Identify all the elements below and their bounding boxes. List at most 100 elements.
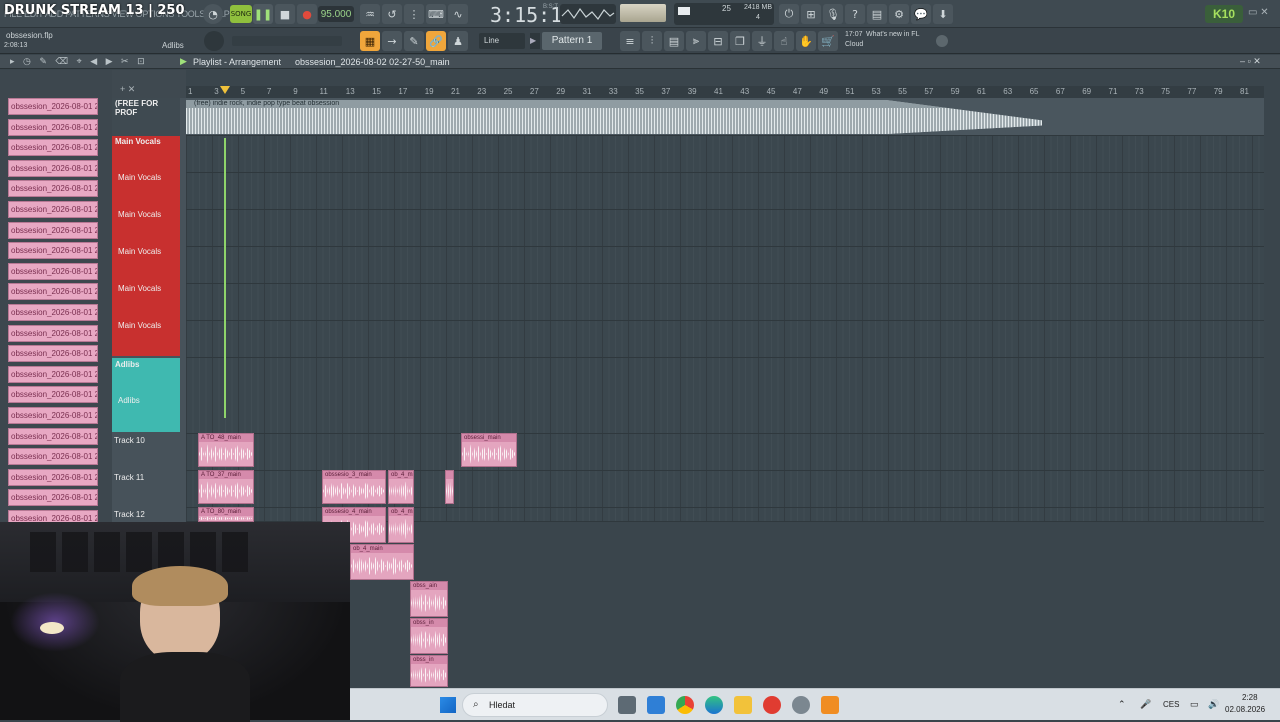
playlist-window-controls[interactable]: – ▫ ✕ [1240, 56, 1261, 67]
track-header-11[interactable]: Track 11 [112, 471, 180, 507]
browser-icon[interactable]: ⊟ [708, 31, 728, 51]
audio-clip[interactable]: obsessi_main [461, 433, 517, 467]
audio-clip[interactable]: ob_4_main [350, 544, 414, 580]
news-refresh-icon[interactable] [936, 35, 948, 47]
network-icon[interactable]: ▭ [1190, 699, 1199, 710]
pattern-song-icon[interactable]: ♒ [360, 4, 380, 24]
channel-rack-icon[interactable]: ⫶ [642, 31, 662, 51]
plugin-icon[interactable]: ⚙ [889, 4, 909, 24]
track-header-beat[interactable]: (FREE FOR PROF [112, 98, 180, 136]
audio-clip[interactable]: obssesio_3_main [322, 470, 386, 504]
help-icon[interactable]: ? [845, 4, 865, 24]
browser-item[interactable]: obssesion_2026-08-01 2 [8, 139, 98, 157]
browser-item[interactable]: obssesion_2026-08-01 2 [8, 489, 98, 507]
task-view-icon[interactable] [618, 696, 636, 714]
window-controls[interactable]: ▭ ✕ [1248, 7, 1269, 18]
track-header-adlibs[interactable]: Adlibs Adlibs [112, 358, 180, 432]
blend-notes-icon[interactable]: ∿ [448, 4, 468, 24]
audio-clip[interactable]: A TO_48_main [198, 433, 254, 467]
metronome-icon[interactable]: ◔ [203, 4, 223, 24]
lane[interactable] [186, 247, 1264, 284]
mixer-icon[interactable]: ⊞ [801, 4, 821, 24]
cart-icon[interactable]: 🛒 [818, 31, 838, 51]
browser-item[interactable]: obssesion_2026-08-01 2 [8, 448, 98, 466]
browser-item[interactable]: obssesion_2026-08-01 2 [8, 98, 98, 115]
volume-icon[interactable]: 🔊 [1208, 699, 1219, 710]
chrome-icon[interactable] [676, 696, 694, 714]
snap-select[interactable]: Line [479, 33, 525, 49]
browser-item[interactable]: obssesion_2026-08-01 2 [8, 118, 98, 136]
audio-clip[interactable]: obss_ain [410, 581, 448, 617]
audio-clip[interactable]: A TO_80_main [198, 507, 254, 522]
edge-icon[interactable] [705, 696, 723, 714]
stop-icon[interactable]: ■ [275, 4, 295, 24]
audio-clip[interactable]: obss_in [410, 618, 448, 654]
browser-item[interactable]: obssesion_2026-08-01 2 [8, 242, 98, 260]
lane[interactable] [186, 136, 1264, 173]
browser-item[interactable]: obssesion_2026-08-01 2 [8, 407, 98, 424]
typing-keyboard-icon[interactable]: ⌨ [426, 4, 446, 24]
browser-item[interactable]: obssesion_2026-08-01 2 [8, 221, 98, 239]
browser-item[interactable]: obssesion_2026-08-01 2 [8, 159, 98, 177]
track-header-12[interactable]: Track 12 [112, 508, 180, 522]
lane[interactable] [186, 284, 1264, 321]
track-header-10[interactable]: Track 10 [112, 434, 180, 470]
browser-item[interactable]: obssesion_2026-08-01 2 [8, 427, 98, 445]
audio-clip[interactable]: obss_in [410, 655, 448, 687]
app-red-icon[interactable] [763, 696, 781, 714]
browser-item[interactable]: obssesion_2026-08-01 2 [8, 365, 98, 383]
record-icon[interactable]: ● [297, 4, 317, 24]
breadcrumb[interactable]: obssesion_2026-08-02 02-27-50_main [295, 57, 450, 67]
arrow-icon[interactable]: → [382, 31, 402, 51]
browser-item[interactable]: obssesion_2026-08-01 2 [8, 324, 98, 342]
lane[interactable] [186, 210, 1264, 247]
audio-clip[interactable]: ob_4_main [388, 470, 414, 504]
pitch-knob[interactable] [204, 31, 224, 51]
clock-time[interactable]: 2:28 [1242, 693, 1258, 702]
search-box[interactable]: ⌕ Hledat [462, 693, 608, 717]
browser-item[interactable]: obssesion_2026-08-01 2 [8, 201, 98, 218]
step-edit-icon[interactable]: ⋮ [404, 4, 424, 24]
save-icon[interactable]: ▤ [867, 4, 887, 24]
stamp-icon[interactable]: ♟ [448, 31, 468, 51]
audio-clip[interactable] [445, 470, 454, 504]
browser-item[interactable]: obssesion_2026-08-01 2 [8, 386, 98, 404]
playlist-icon[interactable]: ≡ [620, 31, 640, 51]
pattern-selector[interactable]: Pattern 1 [542, 32, 602, 50]
touch-icon[interactable]: ☝ [774, 31, 794, 51]
lane[interactable] [186, 358, 1264, 434]
chat-icon[interactable]: 💬 [911, 4, 931, 24]
browser-item[interactable]: obssesion_2026-08-01 2 [8, 468, 98, 486]
download-icon[interactable]: ⬇ [933, 4, 953, 24]
lane[interactable] [186, 173, 1264, 210]
fl-studio-icon[interactable] [821, 696, 839, 714]
beat-audio-clip[interactable]: (free) indie rock, indie pop type beat o… [186, 100, 1042, 134]
pencil-icon[interactable]: ✎ [404, 31, 424, 51]
clock-date[interactable]: 02.08.2026 [1225, 705, 1265, 714]
pattern-prev-icon[interactable]: ▶ [530, 33, 540, 49]
store-icon[interactable] [647, 696, 665, 714]
playlist-tools-icons[interactable]: ▸ ◷ ✎ ⌫ ⌖ ◀ ▶ ✂ ⊡ [10, 56, 148, 67]
microphone-icon[interactable]: 🎙 [823, 4, 843, 24]
obs-icon[interactable] [792, 696, 810, 714]
add-track-icon[interactable]: + ✕ [120, 84, 135, 95]
lane[interactable] [186, 434, 1264, 471]
playlist-grid[interactable]: (free) indie rock, indie pop type beat o… [186, 98, 1264, 522]
song-mode-button[interactable]: SONG [230, 5, 252, 23]
fx-icon[interactable]: ⫸ [686, 31, 706, 51]
language-indicator[interactable]: CES [1163, 700, 1179, 709]
hand-icon[interactable]: ✋ [796, 31, 816, 51]
piano-roll-icon[interactable]: ▦ [360, 31, 380, 51]
browser-item[interactable]: obssesion_2026-08-01 2 [8, 283, 98, 301]
browser-item[interactable]: obssesion_2026-08-01 2 [8, 262, 98, 280]
tray-chevron-icon[interactable]: ⌃ [1118, 699, 1126, 710]
timeline-ruler[interactable]: 1 3 5 7 9 11 13 15 17 19 21 23 25 27 29 31 33 35 37 39 41 43 4… [186, 86, 1264, 98]
audio-clip[interactable]: ob_4_main [388, 507, 414, 543]
play-icon[interactable]: ❚❚ [253, 4, 273, 24]
browser-item[interactable]: obssesion_2026-08-01 2 [8, 345, 98, 363]
master-volume-meter[interactable] [620, 4, 666, 22]
master-pitch-slider[interactable] [232, 36, 342, 46]
file-explorer-icon[interactable] [734, 696, 752, 714]
plug-icon[interactable]: ⏚ [752, 31, 772, 51]
audio-clip[interactable]: A TO_37_main [198, 470, 254, 504]
